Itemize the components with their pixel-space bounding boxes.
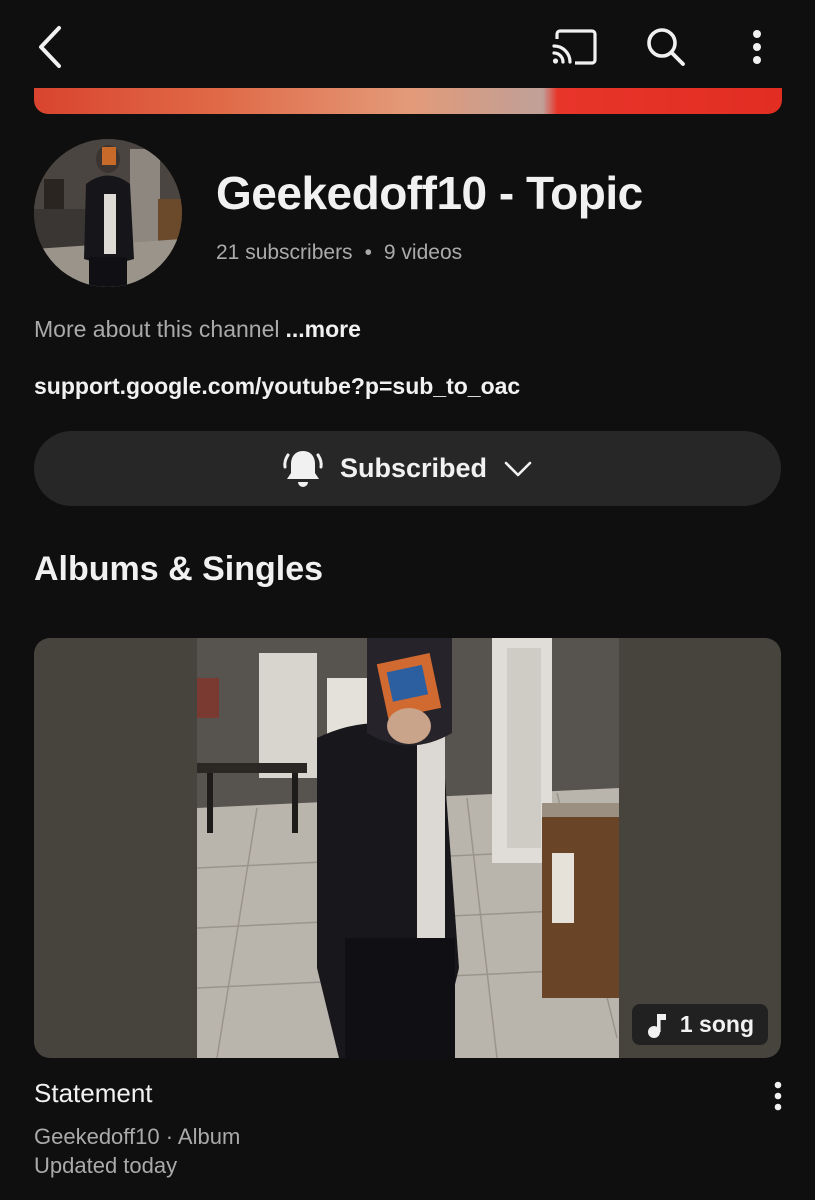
about-text: More about this channel [34,316,280,342]
song-count-badge: 1 song [631,1004,768,1045]
cast-button[interactable] [545,22,603,72]
more-link[interactable]: ...more [286,316,361,342]
more-options-button[interactable] [736,20,778,74]
more-vertical-icon [774,1081,782,1111]
search-button[interactable] [636,20,696,74]
video-count: 9 videos [383,241,463,264]
subscribed-button[interactable]: Subscribed [34,431,781,506]
search-icon [647,28,685,66]
album-artist-type: Geekedoff10 · Album [34,1124,241,1149]
stats-separator: • [364,241,372,264]
song-count: 1 song [679,1011,754,1037]
bell-icon [283,450,323,487]
channel-avatar[interactable] [34,139,182,287]
channel-banner [34,88,782,114]
channel-name: Geekedoff10 - Topic [216,167,643,219]
subscriber-count: 21 subscribers [216,241,353,264]
back-arrow-icon [39,26,61,68]
chevron-down-icon [504,461,532,476]
album-title[interactable]: Statement [34,1078,153,1109]
channel-stats: 21 subscribers • 9 videos [216,241,462,265]
album-cover-photo [197,638,619,1058]
channel-external-link[interactable]: support.google.com/youtube?p=sub_to_oac [34,373,520,400]
about-channel-link[interactable]: More about this channel ...more [34,316,361,343]
album-more-button[interactable] [760,1076,796,1116]
album-updated: Updated today [34,1153,178,1178]
cast-icon [552,29,597,65]
more-vertical-icon [753,30,761,64]
album-thumbnail[interactable]: 1 song [34,638,781,1058]
section-title-albums: Albums & Singles [34,550,324,588]
avatar-photo [34,139,182,287]
music-note-icon [647,1013,666,1038]
back-button[interactable] [20,20,80,74]
subscribed-label: Subscribed [339,453,488,483]
album-meta: Geekedoff10 · Album Updated today [34,1122,240,1180]
